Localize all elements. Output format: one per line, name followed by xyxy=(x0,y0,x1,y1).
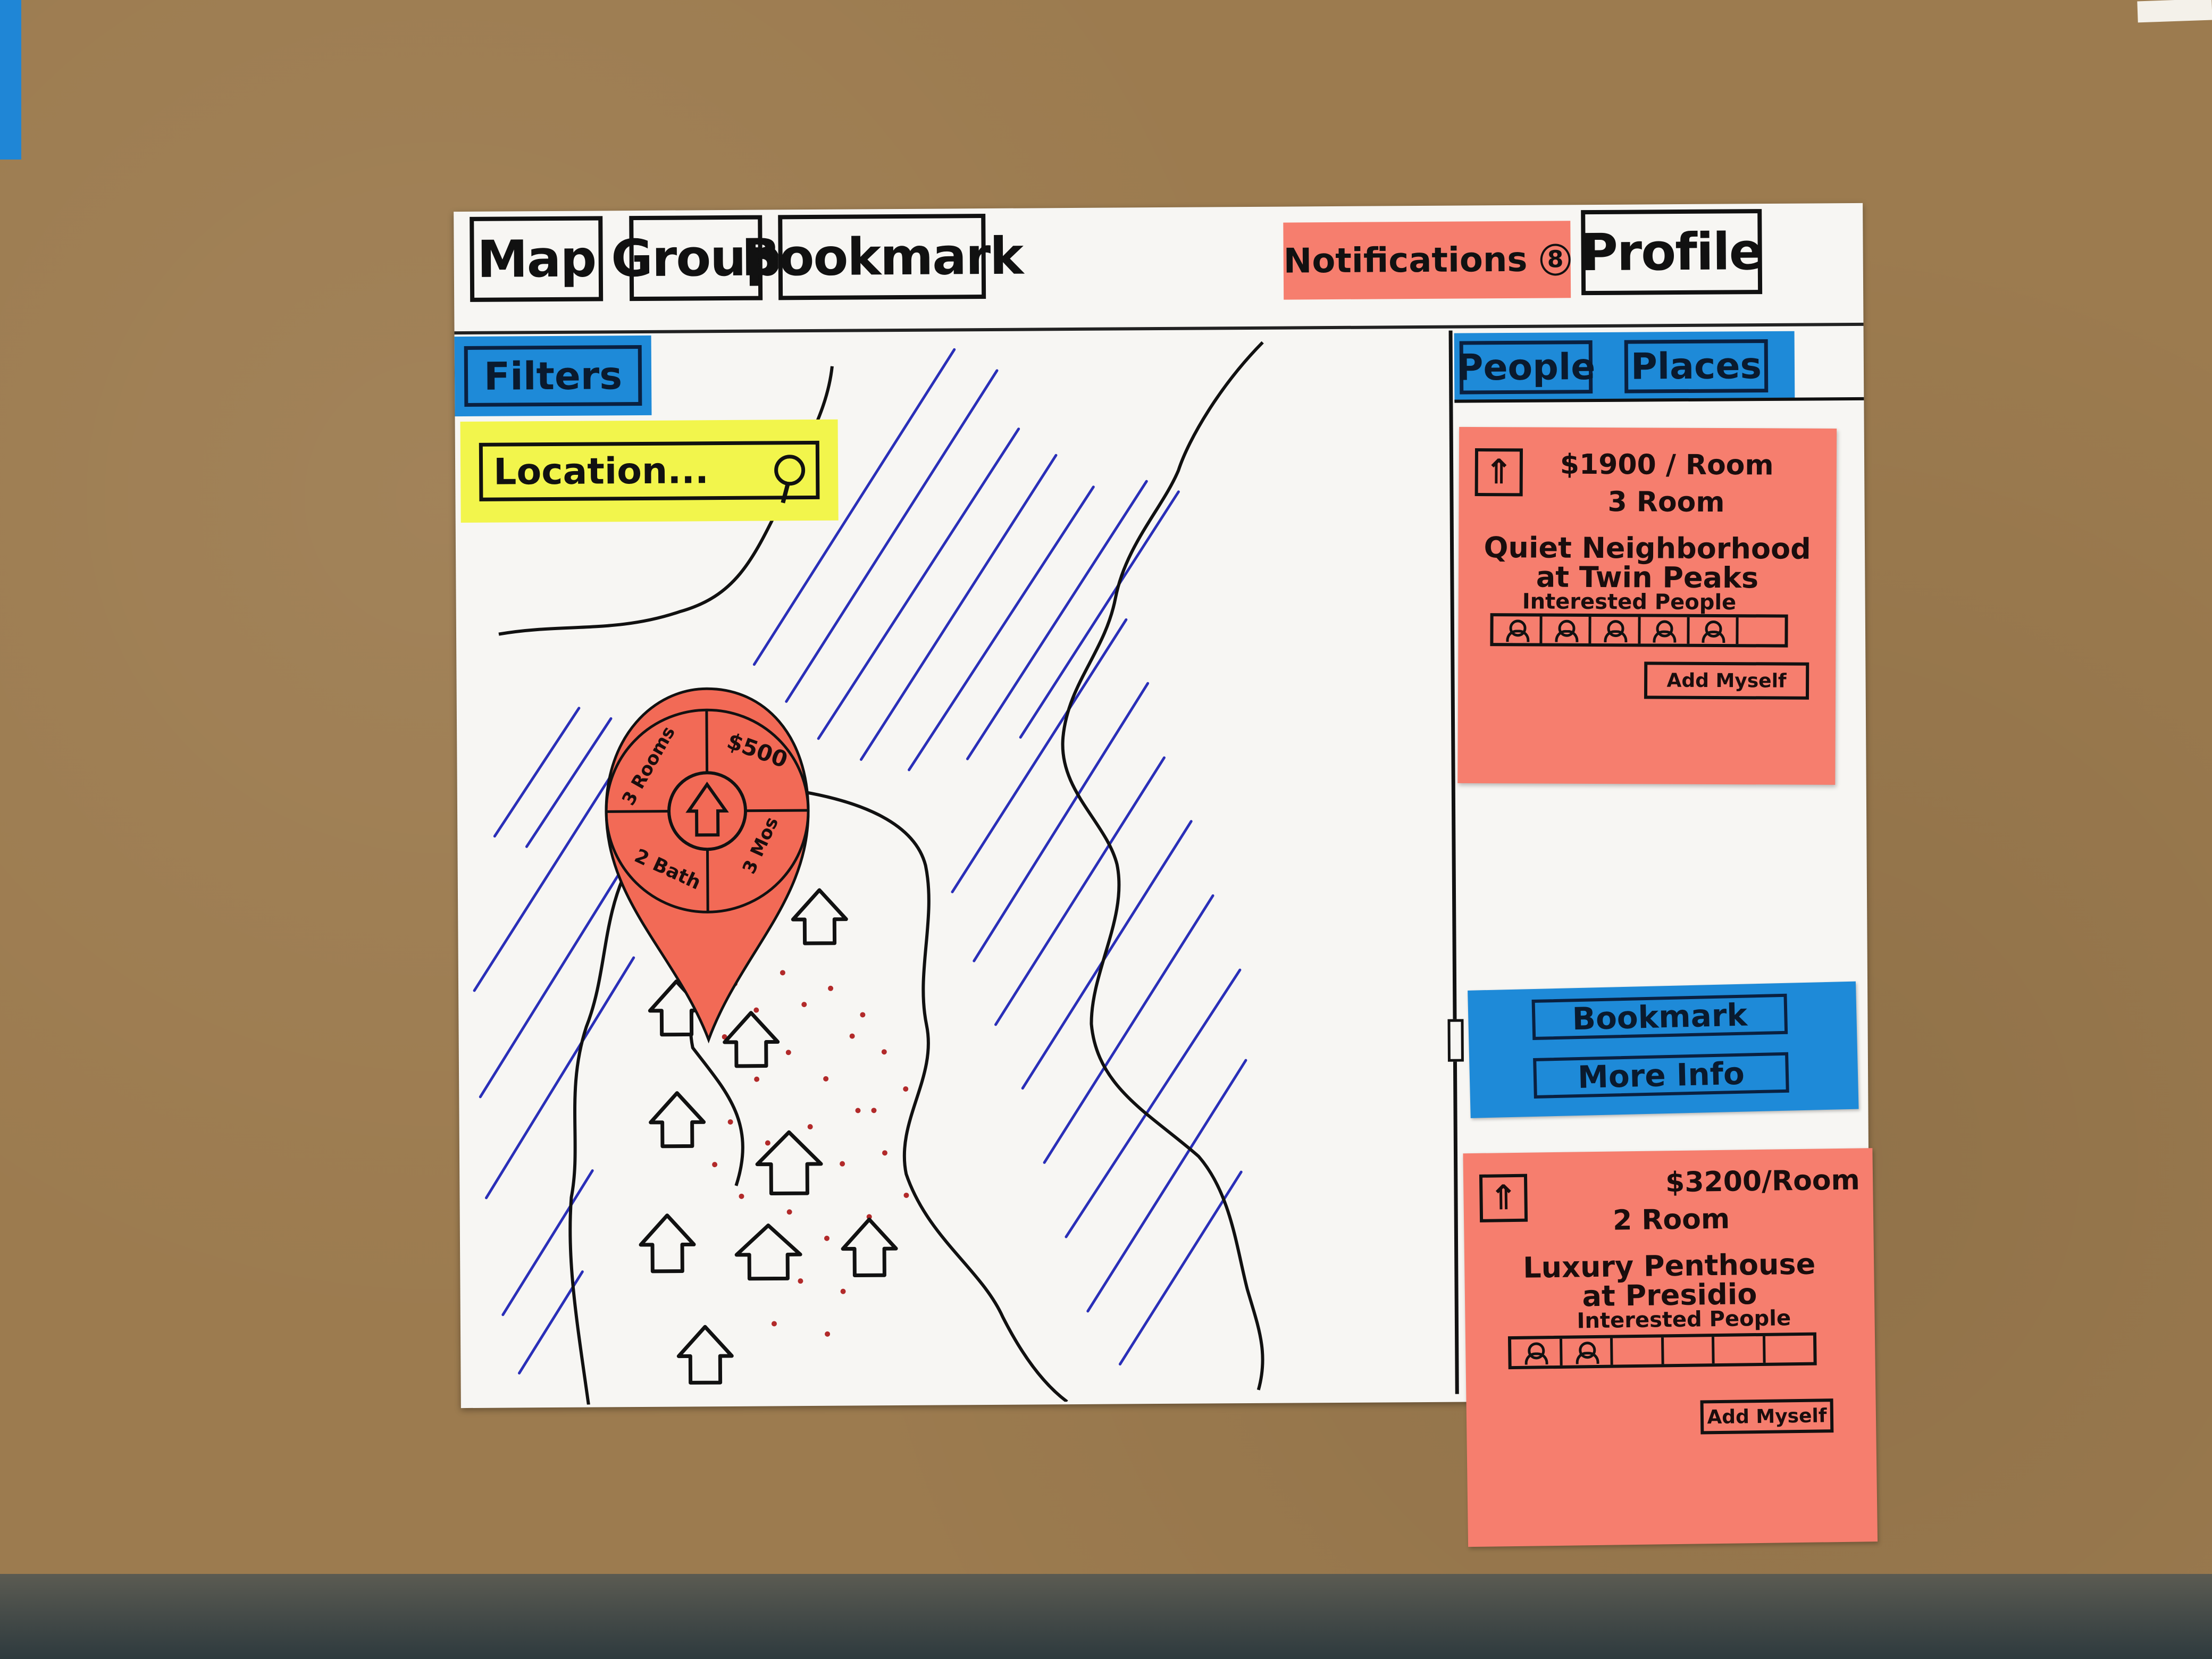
listing-actions: Bookmark More Info xyxy=(1468,981,1859,1118)
corner-sticky-note xyxy=(0,0,21,160)
house-icon xyxy=(841,1217,898,1278)
empty-slot xyxy=(1663,1337,1715,1364)
add-myself-button[interactable]: Add Myself xyxy=(1700,1398,1834,1435)
tab-people[interactable]: People xyxy=(1456,340,1596,395)
house-icon xyxy=(639,1213,696,1273)
nav-profile-button[interactable]: Profile xyxy=(1580,209,1763,296)
person-icon xyxy=(1640,617,1690,644)
filters-label: Filters xyxy=(464,345,642,407)
interested-people-slots xyxy=(1507,1332,1817,1370)
listing-pin[interactable]: $500 3 Rooms 2 Bath 3 Mos xyxy=(595,677,820,1046)
listing-desc-line2: at Twin Peaks xyxy=(1536,560,1759,595)
house-icon xyxy=(649,1091,706,1149)
person-icon xyxy=(1493,616,1543,643)
person-icon xyxy=(1591,616,1641,644)
listing-rooms: 2 Room xyxy=(1612,1203,1730,1237)
empty-slot xyxy=(1714,1336,1766,1364)
nav-map-button[interactable]: Map xyxy=(470,216,604,302)
house-icon xyxy=(676,1325,734,1385)
search-icon[interactable] xyxy=(774,455,806,486)
interested-people-slots xyxy=(1490,613,1788,648)
bookmark-button[interactable]: Bookmark xyxy=(1531,993,1788,1041)
location-search: Location... xyxy=(460,419,839,523)
interested-label: Interested People xyxy=(1577,1306,1791,1334)
empty-slot xyxy=(1613,1337,1664,1365)
more-info-button[interactable]: More Info xyxy=(1533,1052,1789,1099)
listing-price: $3200/Room xyxy=(1665,1164,1861,1199)
panel-tabs: People Places xyxy=(1454,331,1795,403)
empty-slot xyxy=(1765,1336,1813,1363)
add-myself-button[interactable]: Add Myself xyxy=(1644,661,1809,700)
nav-bookmark-button[interactable]: Bookmark xyxy=(741,214,1023,300)
listing-card[interactable]: ⇑ $3200/Room 2 Room Luxury Penthouse at … xyxy=(1463,1148,1878,1547)
notifications-label: Notifications xyxy=(1283,240,1528,281)
location-search-input[interactable]: Location... xyxy=(479,440,820,501)
listing-card[interactable]: ⇑ $1900 / Room 3 Room Quiet Neighborhood… xyxy=(1457,426,1837,785)
house-icon: ⇑ xyxy=(1479,1174,1528,1222)
empty-slot xyxy=(1738,617,1784,644)
person-icon xyxy=(1511,1338,1563,1367)
listing-rooms: 3 Room xyxy=(1607,486,1725,519)
person-icon xyxy=(1562,1338,1613,1365)
paper-prototype: Map Group Bookmark Notifications 8 Profi… xyxy=(454,203,1878,1547)
desk-edge xyxy=(0,1574,2212,1659)
listing-price: $1900 / Room xyxy=(1560,448,1774,482)
tab-places[interactable]: Places xyxy=(1624,339,1769,393)
person-icon xyxy=(1689,617,1739,644)
location-search-text: Location... xyxy=(493,449,709,493)
notification-count-badge: 8 xyxy=(1540,243,1571,276)
corner-paper xyxy=(2137,0,2212,23)
listing-desc-line1: Quiet Neighborhood xyxy=(1484,531,1811,566)
house-icon xyxy=(734,1224,802,1281)
interested-label: Interested People xyxy=(1522,589,1737,615)
scrollbar-handle[interactable] xyxy=(1447,1019,1464,1062)
filters-button[interactable]: Filters xyxy=(454,335,652,417)
notifications-button[interactable]: Notifications 8 xyxy=(1283,221,1571,300)
person-icon xyxy=(1542,616,1591,643)
house-icon: ⇑ xyxy=(1474,448,1523,497)
